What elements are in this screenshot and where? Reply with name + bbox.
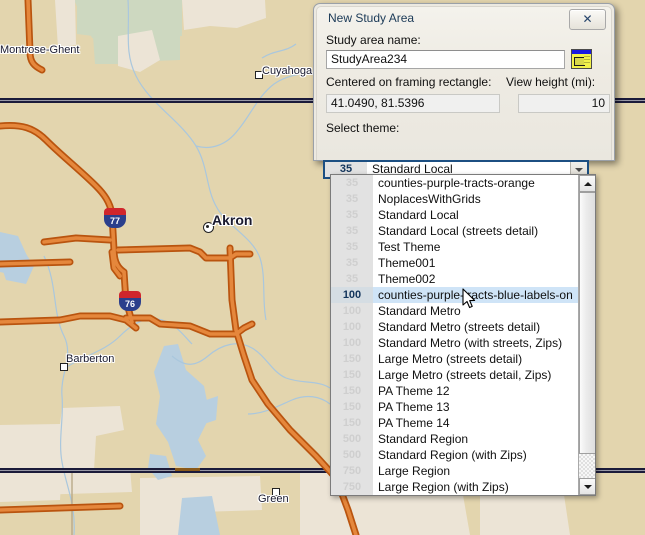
theme-option-number: 35: [331, 175, 373, 191]
chevron-down-icon: [575, 167, 583, 172]
theme-option-label: Theme001: [378, 256, 436, 270]
close-icon: ✕: [582, 12, 593, 26]
theme-option-label: Large Region: [378, 464, 451, 478]
theme-option-label: Standard Region: [378, 432, 469, 446]
theme-option[interactable]: 100 Standard Metro: [331, 303, 595, 319]
theme-option-label: Large Region (with Zips): [378, 480, 509, 494]
theme-option-number: 150: [331, 399, 373, 415]
theme-option[interactable]: 100 Standard Metro (streets detail): [331, 319, 595, 335]
theme-option[interactable]: 500 Standard Region (with Zips): [331, 447, 595, 463]
theme-option[interactable]: 100 Standard Metro (with streets, Zips): [331, 335, 595, 351]
theme-option-number: 150: [331, 351, 373, 367]
shield-number: 76: [119, 298, 141, 311]
select-theme-label: Select theme:: [326, 121, 400, 135]
scroll-up-arrow-icon: [583, 181, 592, 186]
scroll-down-button[interactable]: [579, 478, 595, 495]
dialog-inner-frame: New Study Area ✕ Study area name: StudyA…: [316, 6, 612, 160]
theme-option-number: 750: [331, 479, 373, 495]
theme-option-number: 150: [331, 415, 373, 431]
theme-option-label: PA Theme 13: [378, 400, 450, 414]
theme-option[interactable]: 35 Standard Local (streets detail): [331, 223, 595, 239]
study-area-name-label: Study area name:: [326, 33, 421, 47]
shield-number: 77: [104, 215, 126, 228]
green-marker: [272, 488, 280, 496]
theme-option[interactable]: 150 Large Metro (streets detail): [331, 351, 595, 367]
theme-option-number: 750: [331, 463, 373, 479]
centered-on-framing-rectangle-label: Centered on framing rectangle:: [326, 75, 492, 89]
theme-option-label: counties-purple-tracts-orange: [378, 176, 535, 190]
theme-option-label: NoplacesWithGrids: [378, 192, 481, 206]
theme-option-label: Standard Local: [378, 208, 459, 222]
barberton-marker: [60, 363, 68, 371]
theme-option-number: 500: [331, 447, 373, 463]
close-button[interactable]: ✕: [569, 9, 606, 30]
interstate-shield-76: 76: [119, 291, 141, 311]
study-area-name-row: StudyArea234: [326, 49, 602, 72]
theme-option[interactable]: 150 PA Theme 12: [331, 383, 595, 399]
icon-legend-dots: [584, 56, 590, 65]
theme-option-label: Large Metro (streets detail, Zips): [378, 368, 552, 382]
new-study-area-dialog: New Study Area ✕ Study area name: StudyA…: [313, 3, 615, 179]
theme-option[interactable]: 500 Standard Region: [331, 431, 595, 447]
study-area-name-input[interactable]: StudyArea234: [326, 50, 565, 69]
coordinates-row: 41.0490, 81.5396 10: [326, 94, 610, 116]
theme-option-number: 500: [331, 431, 373, 447]
theme-option-number: 35: [331, 271, 373, 287]
theme-option-label: Standard Metro: [378, 304, 461, 318]
theme-option[interactable]: 35 Test Theme: [331, 239, 595, 255]
theme-option-label: Standard Metro (with streets, Zips): [378, 336, 563, 350]
theme-option[interactable]: 750 Large Region (with Zips): [331, 479, 595, 495]
theme-option-label: PA Theme 12: [378, 384, 450, 398]
dialog-titlebar[interactable]: New Study Area ✕: [317, 7, 611, 31]
dialog-body: Study area name: StudyArea234 Centered o…: [326, 33, 610, 135]
theme-option-label: counties-purple-tracts-blue-labels-on: [378, 288, 573, 302]
theme-dropdown-options[interactable]: 35 counties-purple-tracts-orange 35 Noplace…: [331, 175, 595, 495]
theme-option-label: Large Metro (streets detail): [378, 352, 523, 366]
theme-option[interactable]: 150 Large Metro (streets detail, Zips): [331, 367, 595, 383]
theme-option[interactable]: 35 Theme002: [331, 271, 595, 287]
theme-option-number: 100: [331, 287, 373, 303]
theme-option-label: Test Theme: [378, 240, 441, 254]
theme-option-label: Standard Local (streets detail): [378, 224, 539, 238]
theme-option[interactable]: 750 Large Region: [331, 463, 595, 479]
theme-dropdown-list[interactable]: 35 counties-purple-tracts-orange 35 Noplace…: [330, 174, 596, 496]
akron-marker: [203, 222, 214, 233]
dialog-title: New Study Area: [328, 11, 415, 25]
theme-option[interactable]: 100 counties-purple-tracts-blue-labels-on: [331, 287, 595, 303]
view-height-label: View height (mi):: [506, 75, 596, 89]
dropdown-scrollbar[interactable]: [578, 175, 595, 495]
theme-option-label: Standard Metro (streets detail): [378, 320, 541, 334]
theme-option[interactable]: 150 PA Theme 14: [331, 415, 595, 431]
theme-option-number: 100: [331, 319, 373, 335]
interstate-shield-77: 77: [104, 208, 126, 228]
scroll-down-arrow-icon: [583, 484, 592, 489]
scrollbar-thumb[interactable]: [579, 192, 595, 454]
theme-option-label: PA Theme 14: [378, 416, 450, 430]
map-window-icon[interactable]: [571, 49, 592, 69]
theme-option-number: 100: [331, 303, 373, 319]
theme-option-number: 35: [331, 207, 373, 223]
theme-option-number: 150: [331, 367, 373, 383]
theme-option[interactable]: 35 counties-purple-tracts-orange: [331, 175, 595, 191]
theme-option-label: Theme002: [378, 272, 436, 286]
theme-option-number: 35: [331, 239, 373, 255]
theme-option-number: 100: [331, 335, 373, 351]
theme-option-number: 35: [331, 223, 373, 239]
cuyahoga-falls-marker: [255, 71, 263, 79]
view-height-value: 10: [518, 94, 610, 113]
theme-option-number: 35: [331, 191, 373, 207]
theme-option-number: 150: [331, 383, 373, 399]
theme-option[interactable]: 150 PA Theme 13: [331, 399, 595, 415]
theme-option-label: Standard Region (with Zips): [378, 448, 527, 462]
theme-option-number: 35: [331, 255, 373, 271]
icon-body: [572, 54, 591, 68]
theme-option[interactable]: 35 Standard Local: [331, 207, 595, 223]
scroll-up-button[interactable]: [579, 175, 595, 192]
theme-option[interactable]: 35 NoplacesWithGrids: [331, 191, 595, 207]
theme-option[interactable]: 35 Theme001: [331, 255, 595, 271]
centered-coordinates-value: 41.0490, 81.5396: [326, 94, 500, 113]
scrollbar-track[interactable]: [579, 192, 595, 478]
